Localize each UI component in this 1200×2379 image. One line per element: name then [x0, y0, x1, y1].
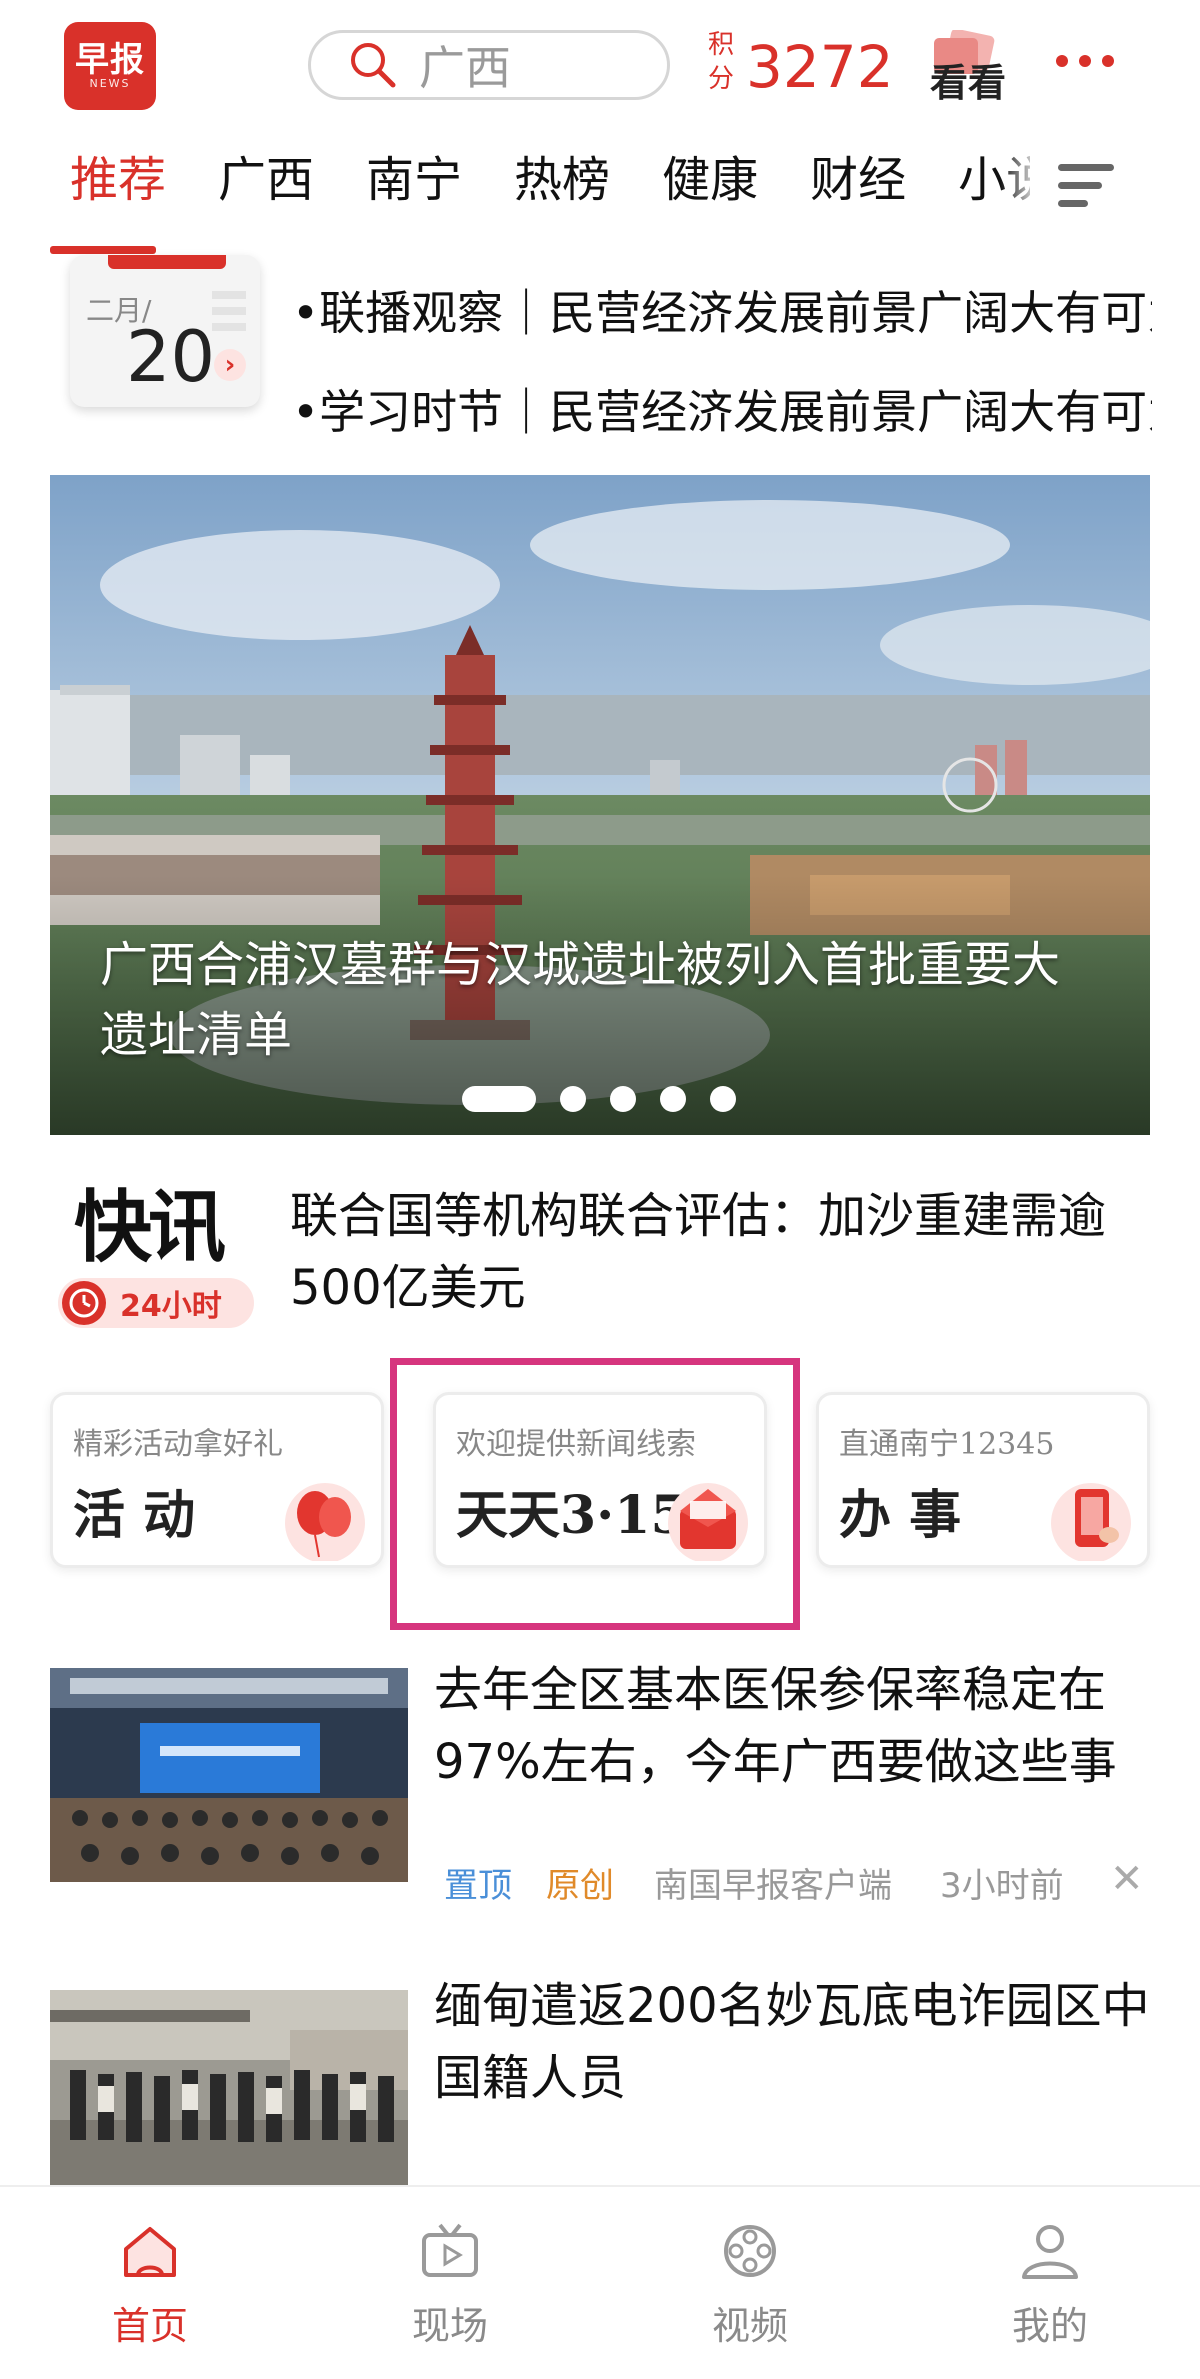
banner-caption: 广西合浦汉墓群与汉城遗址被列入首批重要大遗址清单 — [100, 937, 1061, 1063]
tab-recommend[interactable]: 推荐 — [70, 150, 166, 210]
tab-hot[interactable]: 热榜 — [514, 150, 610, 210]
quick-news-headline[interactable]: 联合国等机构联合评估：加沙重建需逾500亿美元 — [290, 1180, 1160, 1324]
original-tag: 原创 — [546, 1866, 614, 1906]
user-icon — [1022, 2225, 1078, 2279]
home-icon — [124, 2227, 176, 2277]
category-tabs: 推荐 广西 南宁 热榜 健康 财经 小说 — [70, 150, 1106, 210]
calendar-day: 20 — [126, 316, 216, 398]
date-calendar-card[interactable]: 二月/ 20 › — [70, 255, 260, 407]
article-meta: 置顶 原创 南国早报客户端 3小时前 — [444, 1858, 1064, 1907]
channel-menu-icon[interactable] — [1058, 164, 1114, 208]
points-label: 积分 — [708, 30, 735, 94]
article-source: 南国早报客户端 — [654, 1866, 892, 1906]
service-subtitle: 精彩活动拿好礼 — [73, 1427, 283, 1462]
active-tab-indicator — [50, 246, 156, 254]
kankan-label: 看看 — [930, 61, 1007, 105]
quick-news-logo-text: 快讯 — [74, 1182, 226, 1273]
app-logo: 早报 NEWS — [64, 22, 156, 110]
logo-text: 早报 — [75, 40, 145, 80]
more-menu-button[interactable] — [1056, 46, 1114, 76]
top-headline[interactable]: •学习时节｜民营经济发展前景广阔大有可为 — [292, 382, 1152, 442]
service-card-activity[interactable]: 精彩活动拿好礼 活 动 — [50, 1392, 384, 1568]
carousel-dot[interactable] — [660, 1086, 686, 1112]
article-thumbnail[interactable] — [50, 1668, 408, 1882]
search-input[interactable] — [417, 37, 651, 93]
service-subtitle: 直通南宁12345 — [839, 1427, 1055, 1462]
tab-finance[interactable]: 财经 — [810, 150, 906, 210]
more-dot-icon — [1102, 55, 1114, 67]
quick-news-logo: 快讯 — [74, 1188, 254, 1268]
search-icon — [351, 43, 396, 88]
service-card-affairs[interactable]: 直通南宁12345 办 事 — [816, 1392, 1150, 1568]
calendar-lines-icon — [212, 291, 246, 331]
quick-news-badge-text: 24小时 — [120, 1289, 222, 1324]
carousel-dot[interactable] — [462, 1086, 536, 1112]
search-bar[interactable] — [308, 30, 670, 100]
points-value[interactable]: 3272 — [746, 34, 894, 100]
bottom-navigation: 首页 现场 视频 我的 — [0, 2185, 1200, 2379]
calendar-header — [108, 255, 226, 269]
nav-live[interactable]: 现场 — [370, 2221, 530, 2350]
article-title[interactable]: 去年全区基本医保参保率稳定在97%左右，今年广西要做这些事 — [434, 1654, 1174, 1798]
service-title: 活 动 — [73, 1485, 196, 1546]
balloon-icon — [285, 1483, 365, 1561]
article-title[interactable]: 缅甸遣返200名妙瓦底电诈园区中国籍人员 — [434, 1970, 1174, 2114]
nav-label: 我的 — [1011, 2304, 1088, 2348]
nav-label: 首页 — [111, 2304, 188, 2348]
article-thumbnail[interactable] — [50, 1990, 408, 2204]
nav-home[interactable]: 首页 — [70, 2221, 230, 2350]
tabs-menu-area — [1030, 140, 1200, 230]
nav-label: 现场 — [411, 2304, 488, 2348]
phone-icon — [1051, 1483, 1131, 1561]
article-time: 3小时前 — [940, 1866, 1064, 1906]
clock-icon — [62, 1281, 106, 1325]
carousel-dot[interactable] — [710, 1086, 736, 1112]
more-dot-icon — [1079, 55, 1091, 67]
film-reel-icon — [724, 2225, 776, 2277]
pinned-tag: 置顶 — [444, 1866, 512, 1906]
chevron-right-icon: › — [214, 349, 246, 381]
nav-video[interactable]: 视频 — [670, 2221, 830, 2350]
service-title: 办 事 — [839, 1485, 962, 1546]
tv-icon — [422, 2223, 478, 2277]
kankan-button[interactable]: 看看 — [924, 30, 1014, 105]
top-headline[interactable]: •联播观察｜民营经济发展前景广阔大有可为 — [292, 283, 1152, 343]
more-dot-icon — [1056, 55, 1068, 67]
highlight-box — [390, 1358, 800, 1630]
tab-nanning[interactable]: 南宁 — [366, 150, 462, 210]
close-icon[interactable]: ✕ — [1110, 1856, 1144, 1902]
logo-subtext: NEWS — [89, 77, 131, 90]
carousel-indicators — [462, 1086, 760, 1112]
tab-guangxi[interactable]: 广西 — [218, 150, 314, 210]
nav-label: 视频 — [711, 2304, 788, 2348]
nav-me[interactable]: 我的 — [970, 2221, 1130, 2350]
carousel-dot[interactable] — [610, 1086, 636, 1112]
tab-health[interactable]: 健康 — [662, 150, 758, 210]
quick-news-badge: 24小时 — [58, 1278, 254, 1328]
carousel-dot[interactable] — [560, 1086, 586, 1112]
